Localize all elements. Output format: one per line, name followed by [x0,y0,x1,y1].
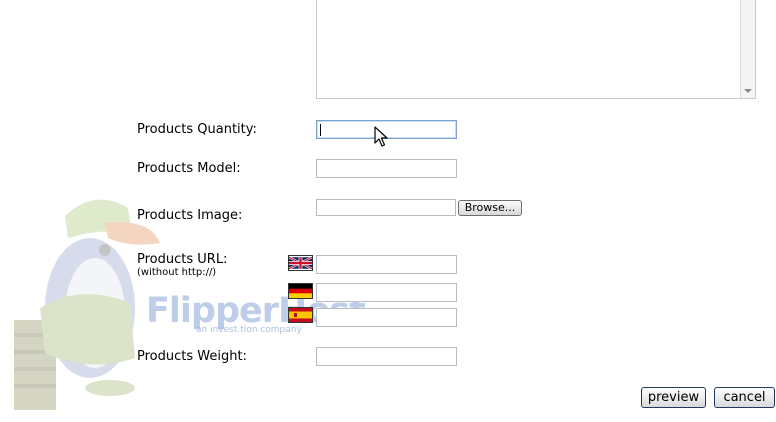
text-caret [320,124,321,136]
url-input-en[interactable] [316,255,457,274]
url-input-es[interactable] [316,308,457,327]
spain-flag-icon [288,307,313,323]
weight-label: Products Weight: [137,349,247,364]
browse-button[interactable]: Browse... [458,200,522,216]
quantity-label: Products Quantity: [137,122,257,137]
image-label: Products Image: [137,208,243,223]
scroll-down-arrow-icon[interactable] [744,89,752,93]
weight-input[interactable] [316,347,457,366]
uk-flag-icon [288,255,313,271]
url-label: Products URL: [137,252,228,267]
image-file-input[interactable] [316,199,456,216]
description-textarea[interactable] [316,0,756,99]
model-input[interactable] [316,159,457,178]
model-label: Products Model: [137,161,241,176]
textarea-scrollbar[interactable] [740,0,755,98]
preview-button[interactable]: preview [641,387,706,408]
mouse-pointer-icon [374,126,388,152]
germany-flag-icon [288,283,313,299]
url-hint: (without http://) [137,267,217,278]
brand-tagline-watermark: an invest.tion company [196,325,302,335]
cancel-button[interactable]: cancel [714,387,775,408]
url-input-de[interactable] [316,283,457,302]
